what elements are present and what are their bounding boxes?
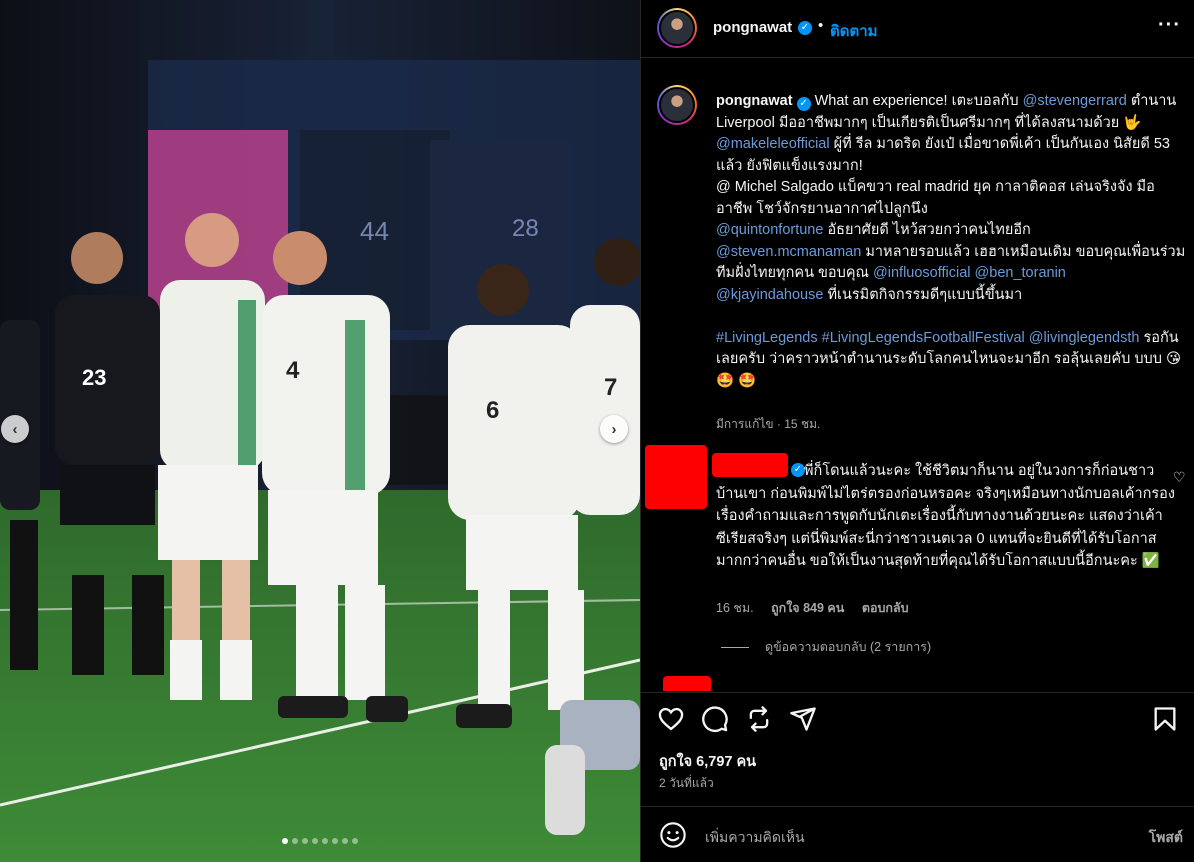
caption-verified-icon: ✓ (796, 97, 811, 111)
caption-segment: ที่เนรมิตกิจกรรมดีๆแบบนี้ขึ้นมา (827, 286, 1023, 303)
comment-reply-button[interactable]: ตอบกลับ (862, 601, 909, 615)
screen-number-28: 28 (512, 215, 539, 242)
carousel-dot (312, 838, 318, 844)
redacted-next-commenter (663, 676, 711, 691)
carousel-dot (352, 838, 358, 844)
carousel-dot (332, 838, 338, 844)
comment-text: พี่ก็โดนแล้วนะคะ ใช้ชีวิตมาก็นาน อยู่ในว… (716, 463, 1175, 569)
view-replies-label: ดูข้อความตอบกลับ (2 รายการ) (765, 640, 932, 654)
mention-link[interactable]: @ben_toranin (975, 265, 1066, 281)
chevron-left-icon: ‹ (12, 420, 18, 438)
caption-segment: What an experience! เตะบอลกับ (814, 93, 1019, 109)
jersey-number-4: 4 (286, 357, 300, 384)
mention-link[interactable]: @stevengerrard (1023, 93, 1127, 109)
screen-number-44: 44 (360, 216, 389, 246)
carousel-indicator (0, 838, 640, 844)
chevron-right-icon: › (611, 420, 617, 438)
football-team-photo: 44 28 23 4 6 7 (0, 0, 640, 862)
verified-badge-icon: ✓ (798, 21, 812, 35)
comment-time: 16 ชม. (716, 601, 754, 615)
comment-icon[interactable] (701, 705, 729, 733)
caption-meta: มีการแก้ไข · 15 ชม. (716, 417, 821, 431)
carousel-prev-button[interactable]: ‹ (1, 415, 29, 443)
caption-text: pongnawat ✓ What an experience! เตะบอลกั… (716, 91, 1186, 392)
follow-button[interactable]: ติดตาม (830, 19, 878, 43)
heart-icon[interactable] (657, 705, 685, 733)
replies-divider (721, 646, 749, 648)
comment-like-heart-icon[interactable]: ♡ (1173, 469, 1186, 486)
comment-likes[interactable]: ถูกใจ 849 คน (771, 601, 844, 615)
repost-icon[interactable] (745, 705, 773, 733)
post-comment-button[interactable]: โพสต์ (1149, 827, 1183, 849)
jersey-number-6: 6 (486, 397, 499, 424)
comments-scroll-area[interactable]: pongnawat ✓ What an experience! เตะบอลกั… (641, 59, 1194, 691)
likes-count[interactable]: ถูกใจ 6,797 คน (659, 750, 756, 773)
author-username[interactable]: pongnawat (713, 19, 792, 36)
redacted-commenter-avatar[interactable] (645, 445, 707, 509)
save-bookmark-icon[interactable] (1151, 705, 1179, 733)
mention-link[interactable]: @quintonfortune (716, 222, 823, 238)
post-header: pongnawat ✓ • ติดตาม ··· (641, 0, 1194, 58)
instagram-post-view: 44 28 23 4 6 7 ‹ › pongnawat ✓ • ติดตาม … (0, 0, 1194, 862)
caption-author-avatar[interactable] (657, 85, 697, 125)
view-replies-button[interactable]: ดูข้อความตอบกลับ (2 รายการ) (721, 637, 931, 657)
carousel-dot (322, 838, 328, 844)
share-icon[interactable] (789, 705, 817, 733)
carousel-dot (282, 838, 288, 844)
jersey-number-23: 23 (82, 365, 106, 390)
separator-bullet: • (818, 17, 824, 34)
hashtag-link[interactable]: #LivingLegendsFootballFestival (822, 330, 1025, 346)
mention-link[interactable]: @livinglegendsth (1029, 330, 1140, 346)
carousel-dot (342, 838, 348, 844)
carousel-dot (302, 838, 308, 844)
mention-link[interactable]: @kjayindahouse (716, 287, 823, 303)
mention-link[interactable]: @makeleleofficial (716, 136, 830, 152)
emoji-icon[interactable] (659, 821, 687, 849)
caption-segment: @ Michel Salgado แบ็คขวา real madrid ยุค… (716, 179, 1155, 217)
post-photo[interactable]: 44 28 23 4 6 7 ‹ › (0, 0, 640, 862)
comment-meta: 16 ชม. ถูกใจ 849 คน ตอบกลับ (716, 598, 909, 618)
author-avatar[interactable] (657, 8, 697, 48)
carousel-next-button[interactable]: › (600, 415, 628, 443)
jersey-number-7: 7 (604, 374, 617, 401)
comment-composer: เพิ่มความคิดเห็น โพสต์ (641, 806, 1194, 862)
add-comment-input[interactable]: เพิ่มความคิดเห็น (705, 827, 805, 849)
post-timestamp[interactable]: 2 วันที่แล้ว (659, 774, 714, 793)
post-side-panel: pongnawat ✓ • ติดตาม ··· pongnawat ✓ Wha… (640, 0, 1194, 862)
more-options-icon[interactable]: ··· (1158, 14, 1181, 37)
caption-username[interactable]: pongnawat (716, 93, 793, 109)
caption-segment: อัธยาศัยดี ไหว้สวยกว่าคนไทยอีก (827, 222, 1031, 238)
post-actions: ถูกใจ 6,797 คน 2 วันที่แล้ว (641, 692, 1194, 802)
mention-link[interactable]: @steven.mcmanaman (716, 244, 861, 260)
carousel-dot (292, 838, 298, 844)
hashtag-link[interactable]: #LivingLegends (716, 330, 818, 346)
mention-link[interactable]: @influosofficial (873, 265, 970, 281)
